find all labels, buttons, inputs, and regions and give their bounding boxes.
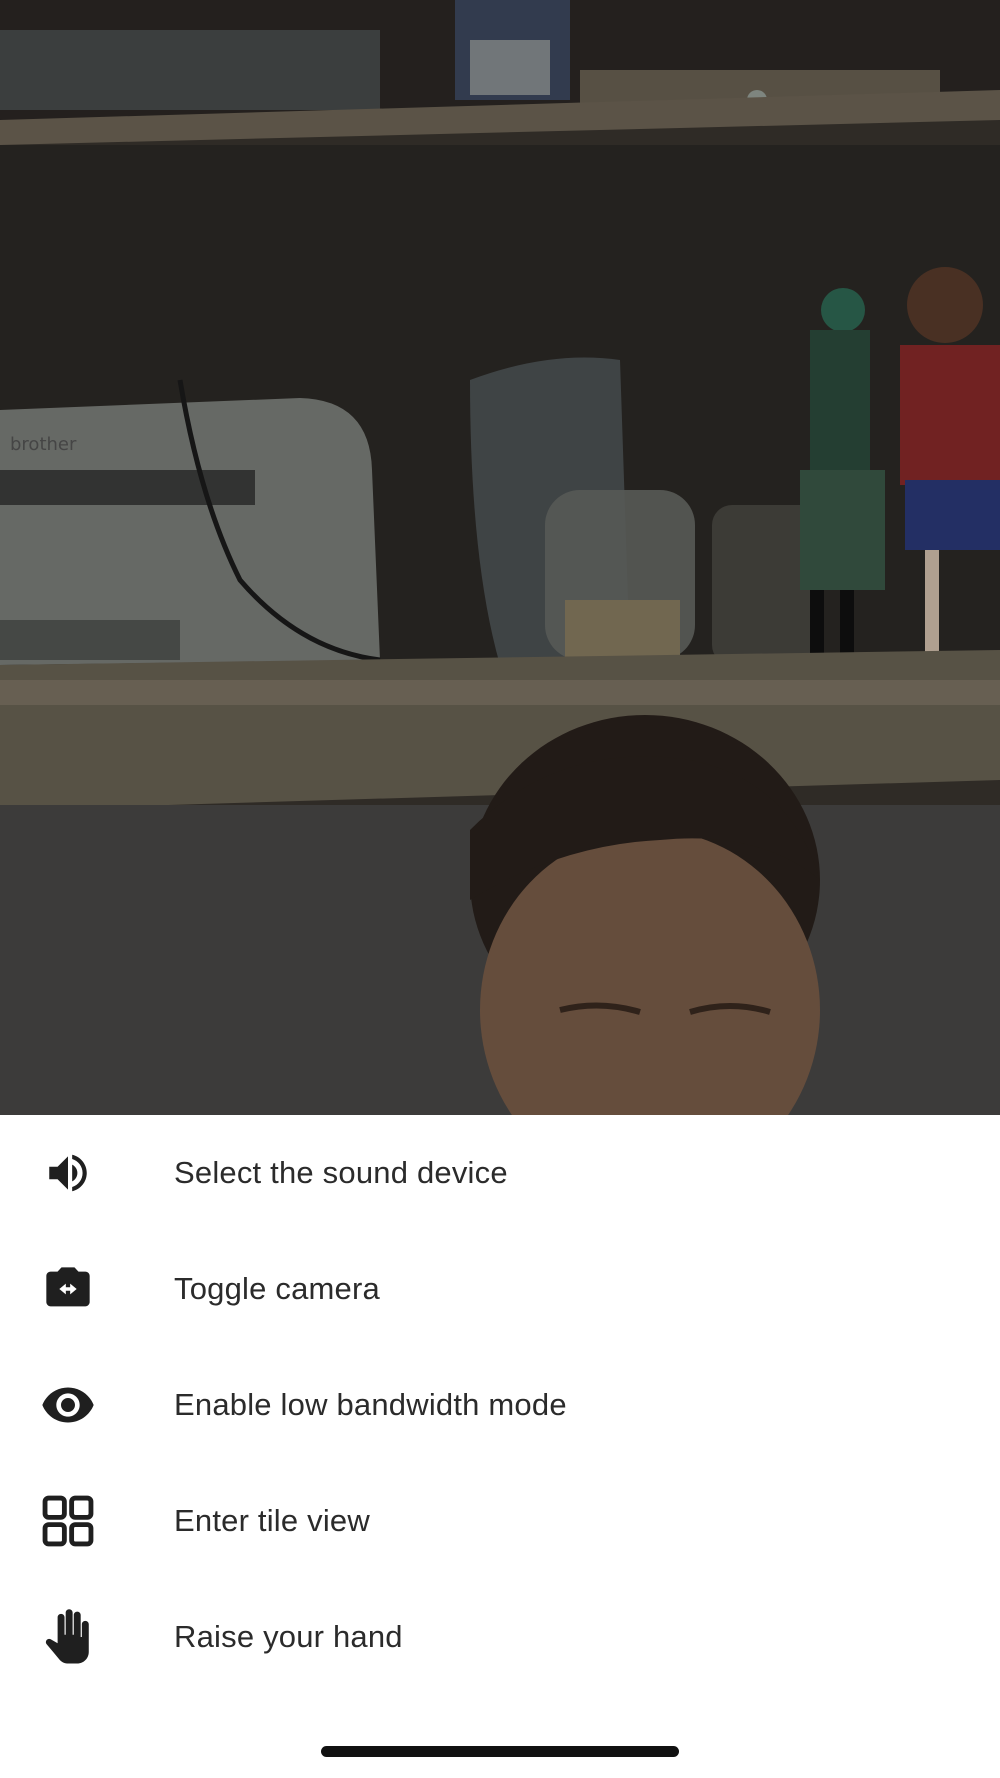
menu-item-label: Raise your hand [174,1619,403,1654]
home-indicator[interactable] [321,1746,679,1757]
menu-item-toggle-camera[interactable]: Toggle camera [0,1231,1000,1347]
menu-item-label: Enable low bandwidth mode [174,1387,567,1422]
menu-item-low-bandwidth[interactable]: Enable low bandwidth mode [0,1347,1000,1463]
menu-item-label: Select the sound device [174,1155,508,1190]
menu-item-tile-view[interactable]: Enter tile view [0,1463,1000,1579]
menu-item-select-sound-device[interactable]: Select the sound device [0,1115,1000,1231]
menu-item-label: Toggle camera [174,1271,380,1306]
speaker-icon [36,1141,100,1205]
switch-camera-icon [36,1257,100,1321]
menu-item-label: Enter tile view [174,1503,370,1538]
hand-icon [36,1605,100,1669]
video-dim-overlay [0,0,1000,1115]
camera-video-feed[interactable]: brother [0,0,1000,1115]
meeting-screen: brother Select the sound device Toggle c… [0,0,1000,1778]
overflow-menu-sheet: Select the sound device Toggle camera En… [0,1115,1000,1778]
tile-grid-icon [36,1489,100,1553]
eye-icon [36,1373,100,1437]
menu-item-raise-hand[interactable]: Raise your hand [0,1579,1000,1695]
